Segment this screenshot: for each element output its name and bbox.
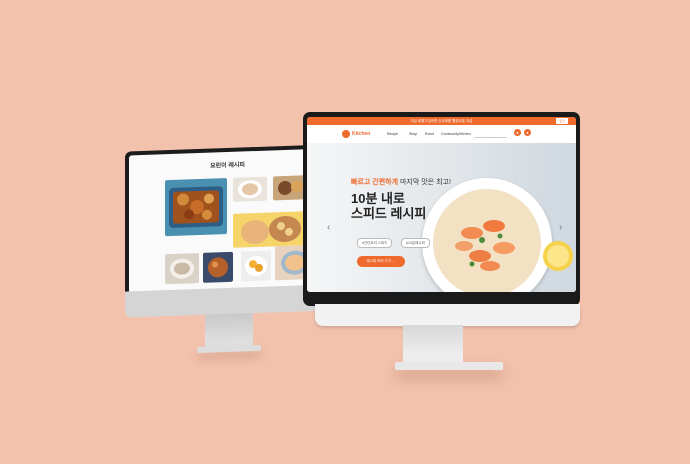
recipe-card-label — [167, 236, 227, 238]
hero-heading-line2: 스피드 레시피 — [351, 206, 427, 221]
nav-item-event[interactable]: Event — [425, 132, 434, 136]
back-monitor: 요린이 레시피 — [125, 144, 330, 354]
search-input[interactable] — [475, 131, 507, 138]
recipe-photo — [208, 257, 228, 278]
hero-tag[interactable]: #10분레시피 — [401, 238, 430, 248]
chevron-left-icon[interactable]: ‹ — [327, 222, 330, 233]
mockup-scene: 요린이 레시피 지금 회원가입하면 신규회원 웰컴쿠폰 지급 닫기 Kitche… — [0, 0, 690, 464]
front-monitor-chin — [315, 304, 580, 326]
chevron-right-icon[interactable]: › — [559, 222, 562, 233]
recipe-card[interactable] — [273, 175, 307, 201]
front-monitor-stand — [403, 325, 463, 365]
nav-item-recipe[interactable]: Recipe — [387, 132, 398, 136]
hero-tag[interactable]: #간단요리 스피드 — [357, 238, 393, 248]
nav-item-community[interactable]: Community — [441, 132, 459, 136]
nav-item-kitchen[interactable]: Kitchen — [459, 132, 471, 136]
recipe-photo — [278, 180, 303, 195]
recipe-photo — [245, 255, 267, 277]
back-monitor-screen: 요린이 레시피 — [129, 148, 326, 294]
back-page-title: 요린이 레시피 — [210, 162, 245, 170]
recipe-card-large[interactable] — [165, 178, 227, 237]
back-monitor-foot — [197, 344, 261, 354]
front-monitor-foot — [395, 362, 503, 370]
hero-tagline: 빠르고 간편하게 마지막 맛은 최고! — [351, 179, 451, 186]
user-icon[interactable]: ● — [514, 129, 521, 136]
brand-logo-text[interactable]: Kitchen — [352, 131, 370, 137]
cart-icon[interactable]: ● — [524, 129, 531, 136]
recipe-card[interactable] — [241, 250, 271, 282]
recipe-photo — [238, 180, 262, 199]
front-monitor-screen: 지금 회원가입하면 신규회원 웰컴쿠폰 지급 닫기 Kitchen Recipe… — [307, 117, 576, 292]
recipe-card[interactable] — [233, 176, 267, 202]
promo-text: 지금 회원가입하면 신규회원 웰컴쿠폰 지급 — [410, 119, 473, 123]
recipe-card-highlight[interactable] — [233, 211, 307, 248]
recipe-card[interactable] — [165, 252, 199, 285]
front-monitor: 지금 회원가입하면 신규회원 웰컴쿠폰 지급 닫기 Kitchen Recipe… — [303, 112, 580, 374]
logo-icon[interactable] — [342, 130, 350, 138]
hero-banner: 빠르고 간편하게 마지막 맛은 최고! 10분 내로 스피드 레시피 #간단요리… — [307, 143, 576, 292]
lemon-slice-decoration — [543, 241, 573, 271]
promo-banner: 지금 회원가입하면 신규회원 웰컴쿠폰 지급 닫기 — [307, 117, 576, 125]
hero-cta-button[interactable]: 레시피 보러 가기 → — [357, 256, 405, 267]
nav-item-shop[interactable]: Shop — [409, 132, 417, 136]
recipe-photo — [241, 215, 301, 245]
carousel-indicators — [442, 288, 457, 292]
hero-food-image — [422, 178, 552, 292]
promo-close-button[interactable]: 닫기 — [556, 118, 568, 124]
hero-heading-line1: 10분 내로 — [351, 191, 405, 206]
recipe-photo — [169, 186, 223, 228]
recipe-photo — [170, 258, 194, 279]
recipe-card[interactable] — [203, 251, 233, 283]
shrimp-pasta-image — [433, 189, 541, 292]
top-navigation: Kitchen Recipe Shop Event Community Kitc… — [307, 125, 576, 143]
